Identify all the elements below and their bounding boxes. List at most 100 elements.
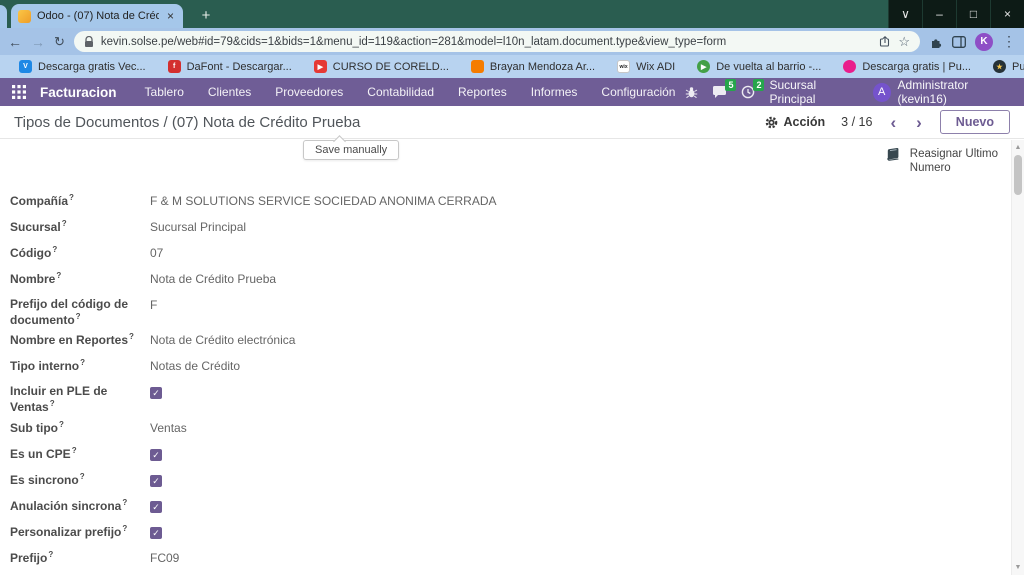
extensions-icon[interactable] xyxy=(929,35,943,49)
pager-next-icon[interactable]: › xyxy=(914,114,924,131)
bookmark-brayan-mendoza-ar[interactable]: Brayan Mendoza Ar... xyxy=(462,58,604,75)
field-value[interactable]: ✓ xyxy=(150,446,162,461)
reassign-label-line1: Reasignar Ultimo xyxy=(909,148,998,160)
activities-badge: 2 xyxy=(753,79,765,91)
bookmark-label: Descarga gratis Vec... xyxy=(38,60,146,73)
field-row-prefijo-del-codigo-de-documento: Prefijo del código de documento? F xyxy=(10,297,760,327)
field-value[interactable]: ✓ xyxy=(150,524,162,539)
field-value[interactable]: 07 xyxy=(150,245,163,260)
apps-grid-icon[interactable] xyxy=(12,85,26,99)
profile-avatar[interactable]: K xyxy=(975,32,993,51)
checkbox-checked[interactable]: ✓ xyxy=(150,448,162,461)
field-label: Nombre? xyxy=(10,271,62,286)
action-label: Acción xyxy=(783,115,826,129)
bookmark-descarga-gratis-vec[interactable]: V Descarga gratis Vec... xyxy=(10,58,155,75)
scroll-down-icon[interactable]: ▼ xyxy=(1012,564,1024,571)
window-minimize-button[interactable]: – xyxy=(922,0,956,28)
bookmark-punto-de-venta-ven[interactable]: ★ Punto de venta Ven... xyxy=(984,58,1024,75)
pager-previous-icon[interactable]: ‹ xyxy=(888,114,898,131)
menu-contabilidad[interactable]: Contabilidad xyxy=(357,81,444,103)
browser-menu-icon[interactable]: ⋮ xyxy=(1002,33,1016,50)
scrollbar-thumb[interactable] xyxy=(1014,155,1022,195)
help-marker: ? xyxy=(56,271,62,280)
debug-icon[interactable] xyxy=(685,86,698,99)
checkbox-checked[interactable]: ✓ xyxy=(150,526,162,539)
form-view: Save manually Reasignar Ultimo Numero Co… xyxy=(0,140,1024,575)
checkbox-checked[interactable]: ✓ xyxy=(150,474,162,487)
reassign-label: Reasignar Ultimo Numero xyxy=(910,147,998,176)
field-value[interactable]: Nota de Crédito Prueba xyxy=(150,271,276,286)
checkbox-checked[interactable]: ✓ xyxy=(150,387,162,400)
bookmark-dafont-descargar[interactable]: f DaFont - Descargar... xyxy=(159,58,301,75)
help-marker: ? xyxy=(69,193,74,202)
field-label: Tipo interno? xyxy=(10,358,85,374)
menu-proveedores[interactable]: Proveedores xyxy=(265,81,353,103)
window-tab-search-button[interactable]: ∨ xyxy=(888,0,922,28)
action-menu-button[interactable]: Acción xyxy=(765,115,825,129)
field-value[interactable]: ✓ xyxy=(150,498,162,513)
menu-tablero[interactable]: Tablero xyxy=(135,81,194,103)
bookmark-curso-de-coreld[interactable]: ▶ CURSO DE CORELD... xyxy=(305,58,458,75)
menu-reportes[interactable]: Reportes xyxy=(448,81,517,103)
gear-icon xyxy=(765,116,778,129)
field-value[interactable]: ✓ xyxy=(150,384,162,400)
field-value[interactable]: Ventas xyxy=(150,420,187,435)
field-label: Anulación sincrona? xyxy=(10,497,128,513)
messages-icon[interactable]: 5 xyxy=(712,79,737,99)
menu-configuracion[interactable]: Configuración xyxy=(591,81,685,103)
tab-close-icon[interactable]: × xyxy=(165,9,176,23)
drop-icon xyxy=(843,60,857,73)
bookmark-label: CURSO DE CORELD... xyxy=(332,60,449,73)
forward-icon[interactable]: → xyxy=(31,34,45,50)
field-value[interactable]: FC09 xyxy=(150,550,179,565)
field-label: Prefijo del código de documento? xyxy=(10,297,129,327)
new-tab-button[interactable]: + xyxy=(196,6,216,26)
bookmark-descarga-gratis-pu[interactable]: Descarga gratis | Pu... xyxy=(834,58,980,75)
help-marker: ? xyxy=(80,358,85,368)
help-marker: ? xyxy=(79,471,85,481)
side-panel-icon[interactable] xyxy=(952,35,966,48)
window-close-button[interactable]: × xyxy=(990,0,1024,28)
share-icon[interactable] xyxy=(879,35,891,48)
bookmark-label: Punto de venta Ven... xyxy=(1011,60,1024,73)
field-value[interactable]: Nota de Crédito electrónica xyxy=(150,332,295,347)
checkbox-checked[interactable]: ✓ xyxy=(150,500,162,513)
menu-informes[interactable]: Informes xyxy=(521,81,588,103)
bookmark-label: Wix ADI xyxy=(636,60,676,73)
address-bar[interactable]: kevin.solse.pe/web#id=79&cids=1&bids=1&m… xyxy=(73,31,920,52)
user-menu[interactable]: A Administrator (kevin16) xyxy=(872,78,1012,106)
scroll-up-icon[interactable]: ▲ xyxy=(1012,144,1024,151)
breadcrumb[interactable]: Tipos de Documentos / (07) Nota de Crédi… xyxy=(14,114,765,131)
browser-tab[interactable]: Odoo - (07) Nota de Crédito Pru × xyxy=(11,4,183,28)
field-value[interactable]: F & M SOLUTIONS SERVICE SOCIEDAD ANONIMA… xyxy=(150,193,497,208)
activities-clock-icon[interactable]: 2 xyxy=(741,79,765,99)
bookmark-star-icon[interactable]: ☆ xyxy=(898,34,910,50)
reassign-last-number-button[interactable]: Reasignar Ultimo Numero xyxy=(885,147,998,176)
bookmark-wix-adi[interactable]: wix Wix ADI xyxy=(608,58,684,75)
window-maximize-button[interactable]: □ xyxy=(956,0,990,28)
help-marker: ? xyxy=(52,245,58,254)
menu-clientes[interactable]: Clientes xyxy=(198,81,261,103)
field-value[interactable]: Sucursal Principal xyxy=(150,219,246,234)
field-label: Código? xyxy=(10,245,58,260)
branch-selector[interactable]: Sucursal Principal xyxy=(769,78,858,106)
app-name[interactable]: Facturacion xyxy=(40,85,117,100)
bookmark-de-vuelta-al-barrio[interactable]: ▶ De vuelta al barrio -... xyxy=(688,58,830,75)
field-row-compania: Compañía? F & M SOLUTIONS SERVICE SOCIEDA… xyxy=(10,193,760,214)
field-label: Sub tipo? xyxy=(10,419,64,435)
vertical-scrollbar[interactable]: ▲ ▼ xyxy=(1011,140,1024,575)
help-marker: ? xyxy=(75,311,81,321)
vecteezy-icon: V xyxy=(19,60,32,73)
url-text[interactable]: kevin.solse.pe/web#id=79&cids=1&bids=1&m… xyxy=(101,36,872,48)
field-value[interactable]: Notas de Crédito xyxy=(150,358,240,373)
field-row-personalizar-prefijo: Personalizar prefijo? ✓ xyxy=(10,524,760,545)
reload-icon[interactable]: ↻ xyxy=(54,34,65,50)
field-value[interactable]: ✓ xyxy=(150,472,162,487)
save-tooltip: Save manually xyxy=(303,140,400,160)
back-icon[interactable]: ← xyxy=(8,34,22,50)
new-button[interactable]: Nuevo xyxy=(939,110,1010,134)
field-value[interactable]: F xyxy=(150,297,157,312)
field-row-codigo: Código? 07 xyxy=(10,245,760,266)
field-row-prefijo: Prefijo? FC09 xyxy=(10,550,760,571)
help-marker: ? xyxy=(129,332,134,342)
